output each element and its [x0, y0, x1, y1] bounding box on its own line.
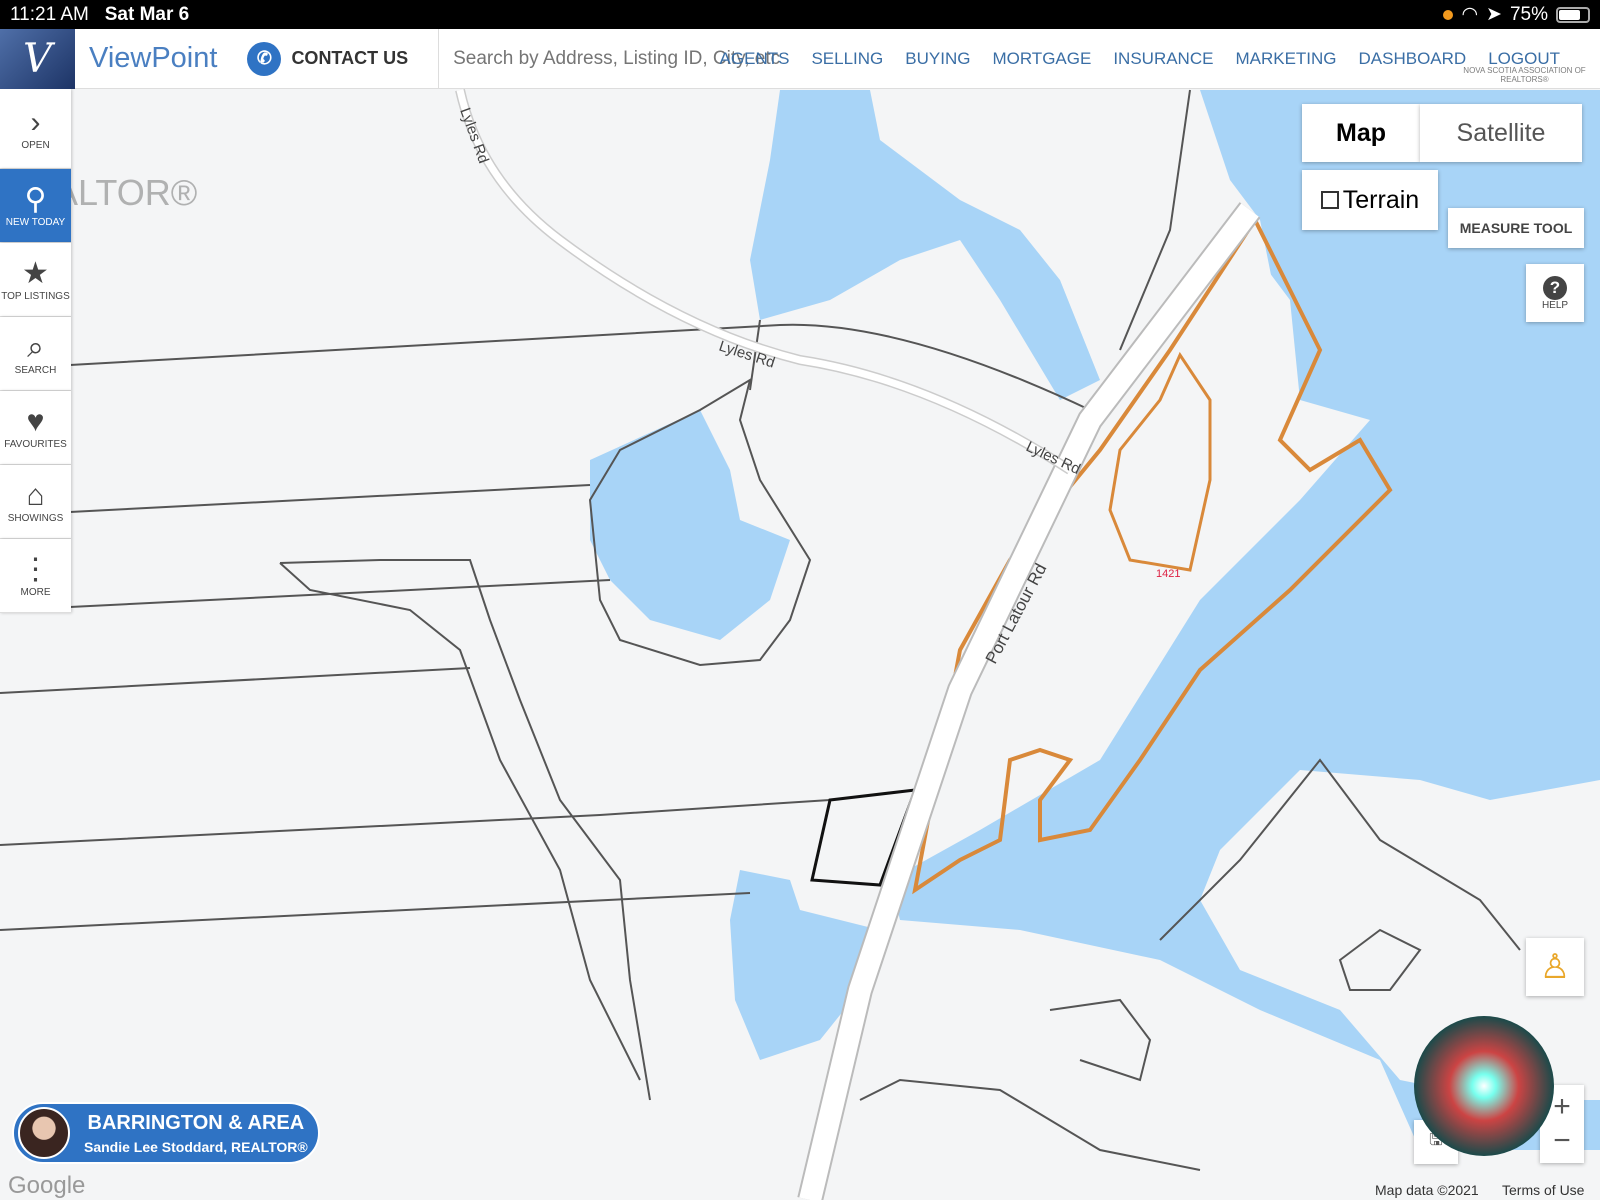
sidebar-label: FAVOURITES	[4, 439, 67, 450]
zoom-out-button[interactable]: −	[1553, 1124, 1571, 1158]
measure-tool-button[interactable]: MEASURE TOOL	[1448, 208, 1584, 248]
time: 11:21 AM	[10, 3, 89, 25]
siri-orb-icon	[1414, 1016, 1554, 1156]
sidebar-item-search[interactable]: ⌕ SEARCH	[0, 317, 71, 391]
nav-agents[interactable]: AGENTS	[720, 49, 790, 69]
google-logo: Google	[8, 1172, 86, 1199]
contact-label: CONTACT US	[291, 48, 409, 68]
search-icon: ⌕	[27, 331, 44, 364]
phone-icon: ✆	[247, 41, 282, 76]
home-icon: ⌂	[26, 479, 45, 512]
header: V ViewPoint ✆ CONTACT US AGENTS SELLING B…	[0, 28, 1600, 89]
sidebar-label: SEARCH	[14, 365, 57, 376]
brand-name[interactable]: ViewPoint	[89, 42, 217, 75]
sidebar-label: NEW TODAY	[5, 217, 66, 228]
main-nav: AGENTS SELLING BUYING MORTGAGE INSURANCE…	[720, 29, 1560, 89]
map-pin-icon: ⚲	[24, 183, 47, 216]
map-type-map-button[interactable]: Map	[1302, 104, 1420, 162]
street-view-pegman-icon[interactable]: ♙	[1526, 938, 1584, 996]
agent-name: Sandie Lee Stoddard, REALTOR®	[84, 1138, 308, 1155]
terrain-label: Terrain	[1342, 185, 1420, 214]
agent-badge[interactable]: BARRINGTON & AREA Sandie Lee Stoddard, R…	[12, 1102, 320, 1164]
nav-dashboard[interactable]: DASHBOARD	[1359, 49, 1467, 69]
star-icon: ★	[22, 257, 49, 290]
nav-mortgage[interactable]: MORTGAGE	[992, 49, 1091, 69]
nav-selling[interactable]: SELLING	[811, 49, 883, 69]
sidebar-item-more[interactable]: ⋮ MORE	[0, 539, 71, 613]
heart-icon: ♥	[26, 405, 45, 438]
more-vertical-icon: ⋮	[20, 553, 51, 586]
sidebar-label: OPEN	[21, 140, 50, 151]
nav-marketing[interactable]: MARKETING	[1235, 49, 1336, 69]
sidebar: › OPEN ⚲ NEW TODAY ★ TOP LISTINGS ⌕ SEARCH ♥…	[0, 89, 71, 613]
nav-insurance[interactable]: INSURANCE	[1113, 49, 1213, 69]
checkbox-icon	[1320, 191, 1339, 209]
nav-buying[interactable]: BUYING	[905, 49, 970, 69]
terrain-checkbox[interactable]: Terrain	[1302, 170, 1438, 230]
zoom-in-button[interactable]: +	[1553, 1090, 1571, 1124]
sidebar-item-open[interactable]: › OPEN	[0, 89, 71, 169]
sidebar-label: TOP LISTINGS	[1, 291, 70, 302]
date: Sat Mar 6	[104, 3, 190, 25]
nav-logout[interactable]: LOGOUT	[1488, 49, 1560, 69]
sidebar-label: SHOWINGS	[7, 513, 64, 524]
agent-area: BARRINGTON & AREA	[87, 1111, 305, 1134]
viewpoint-logo[interactable]: V	[0, 28, 75, 89]
sidebar-item-top-listings[interactable]: ★ TOP LISTINGS	[0, 243, 71, 317]
sidebar-label: MORE	[20, 587, 51, 598]
help-label: HELP	[1541, 299, 1569, 311]
recording-dot-icon	[1443, 9, 1454, 20]
battery-icon	[1556, 6, 1590, 23]
location-icon: ➤	[1486, 4, 1502, 25]
battery-percent: 75%	[1509, 3, 1548, 25]
wifi-icon: ◠	[1461, 4, 1479, 25]
map-data-credit: Map data ©2021	[1375, 1182, 1479, 1198]
terms-of-use-link[interactable]: Terms of Use	[1502, 1182, 1584, 1198]
help-button[interactable]: ? HELP	[1526, 264, 1584, 322]
agent-avatar	[18, 1107, 70, 1159]
sidebar-item-showings[interactable]: ⌂ SHOWINGS	[0, 465, 71, 539]
chevron-right-icon: ›	[30, 106, 41, 139]
status-bar: 11:21 AM Sat Mar 6 ◠ ➤ 75%	[0, 0, 1600, 29]
map-type-satellite-button[interactable]: Satellite	[1420, 104, 1582, 162]
sidebar-item-new-today[interactable]: ⚲ NEW TODAY	[0, 169, 71, 243]
sidebar-item-favourites[interactable]: ♥ FAVOURITES	[0, 391, 71, 465]
parcel-label: 1421	[1156, 568, 1180, 580]
contact-us-button[interactable]: ✆ CONTACT US	[247, 41, 409, 76]
help-icon: ?	[1543, 275, 1567, 300]
